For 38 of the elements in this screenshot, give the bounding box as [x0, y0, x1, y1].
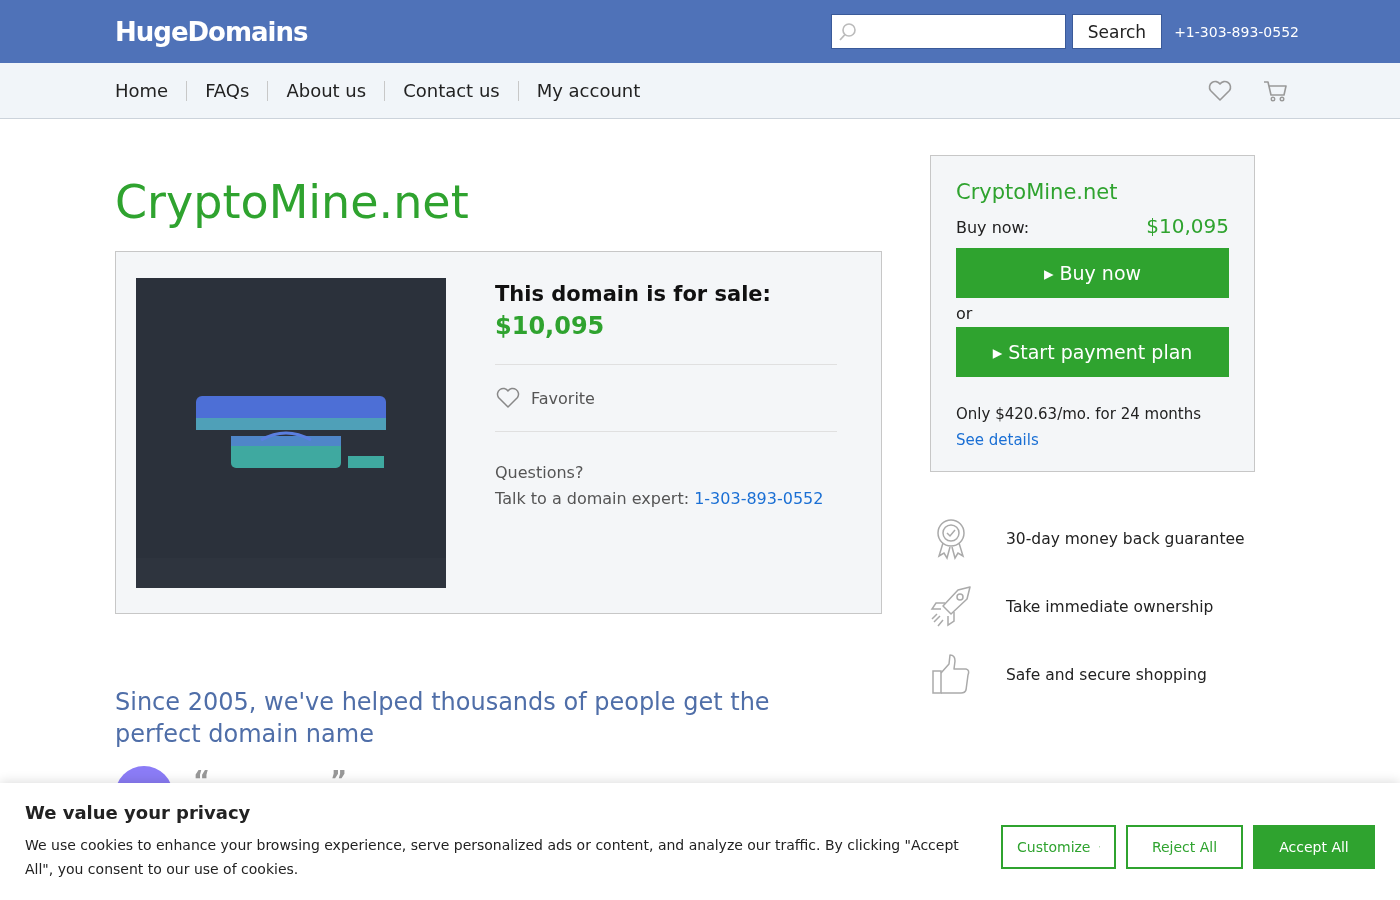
sale-heading: This domain is for sale:	[495, 282, 772, 306]
nav-link[interactable]: My account	[517, 80, 659, 101]
or-label: or	[956, 304, 974, 323]
nav-link[interactable]: Home	[115, 80, 187, 101]
heart-icon[interactable]	[1207, 78, 1233, 103]
accept-button[interactable]: Accept All	[1253, 824, 1375, 869]
phone-link[interactable]: 1-303-893-0552	[694, 489, 824, 508]
nav-link[interactable]: Contact us	[384, 80, 518, 101]
search-icon	[837, 21, 858, 42]
search-button[interactable]: Search	[1071, 14, 1163, 49]
feature-text: 30-day money back guarantee	[1006, 530, 1245, 548]
feature-text: Safe and secure shopping	[1006, 666, 1207, 684]
buy-price: $10,095	[1146, 214, 1229, 238]
sale-price: $10,095	[495, 312, 606, 340]
payment-plan-button[interactable]: ▸ Start payment plan	[956, 327, 1229, 377]
buy-label: Buy now:	[956, 218, 1030, 237]
reject-button[interactable]: Reject All	[1126, 824, 1243, 869]
section-heading: Since 2005, we've helped thousands of people get the perfect domain name	[115, 687, 771, 750]
quote-mark: ”	[330, 766, 348, 798]
search-field[interactable]	[830, 14, 1066, 49]
customize-button[interactable]: Customize	[1001, 824, 1116, 869]
expert-text: Talk to a domain expert:	[495, 489, 690, 508]
domain-title: CryptoMine.net	[115, 175, 470, 229]
plan-text: Only $420.63/mo. for 24 months	[956, 405, 1203, 423]
buy-now-button[interactable]: ▸ Buy now	[956, 248, 1229, 298]
cart-icon[interactable]	[1263, 78, 1289, 103]
nav-link[interactable]: About us	[267, 80, 385, 101]
phone-number: +1-303-893-0552	[1174, 23, 1299, 40]
banner-text: We use cookies to enhance your browsing experience, serve personalized ads or content, and analyze our traffic. By clicking "Accept All", you consent to our use of cookies.	[25, 836, 960, 879]
feature-text: Take immediate ownership	[1006, 598, 1214, 616]
banner-title: We value your privacy	[25, 802, 252, 823]
heart-icon[interactable]	[495, 386, 521, 410]
logo[interactable]: HugeDomains	[115, 16, 831, 47]
questions-label: Questions?	[495, 462, 585, 484]
domain-name: CryptoMine.net	[956, 180, 1119, 204]
details-link[interactable]: See details	[956, 431, 1039, 449]
favorite-link[interactable]: Favorite	[531, 388, 595, 408]
nav-link[interactable]: FAQs	[186, 80, 268, 101]
